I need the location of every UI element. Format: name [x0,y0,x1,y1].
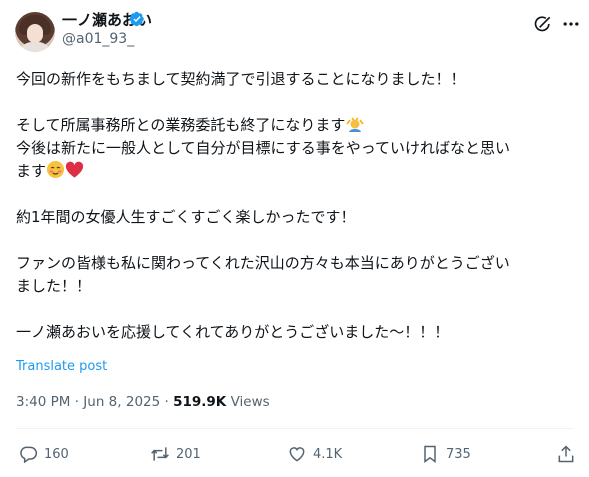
view-count: 519.9K [173,394,227,410]
tweet-time[interactable]: 3:40 PM [16,394,70,410]
tweet-meta: 3:40 PM · Jun 8, 2025 · 519.9K Views [16,394,270,410]
share-icon [558,445,574,463]
smiling-face-emoji-icon [46,160,65,179]
like-count: 4.1K [313,446,343,462]
repost-icon [151,447,169,461]
tweet-line: 一ノ瀬あおいを応援してくれてありがとうございました〜！！！ [16,323,450,341]
like-button[interactable]: 4.1K [287,443,342,465]
tweet-text: 今回の新作をもちまして契約満了で引退することになりました！！ そして所属事務所と… [16,68,578,344]
meta-separator: · [164,394,169,410]
heart-icon [289,447,305,462]
views-label: Views [230,394,270,410]
bookmark-icon [424,445,436,463]
tweet-date[interactable]: Jun 8, 2025 [83,394,160,410]
translate-post-link[interactable]: Translate post [16,359,107,374]
verified-badge-icon [129,11,144,27]
author-handle[interactable]: @a01_93_ [62,31,134,47]
tweet-line: ます [16,160,578,183]
bookmark-count: 735 [446,446,471,462]
tweet-line: 今後は新たに一般人として自分が目標にする事をやっていければなと思い [16,139,510,157]
tweet-line: ました！！ [16,277,92,295]
reply-button[interactable]: 160 [18,443,69,465]
bookmark-button[interactable]: 735 [420,443,471,465]
person-bowing-emoji-icon [346,117,365,132]
tweet-line: 今回の新作をもちまして契約満了で引退することになりました！！ [16,70,466,88]
tweet-line: ファンの皆様も私に関わってくれた沢山の方々も本当にありがとうござい [16,254,510,272]
repost-count: 201 [176,446,201,462]
repost-button[interactable]: 201 [150,443,201,465]
red-heart-emoji-icon [65,161,84,178]
divider [16,428,573,429]
meta-separator: · [74,394,79,410]
reply-icon [20,446,38,464]
share-button[interactable] [556,443,576,465]
tweet-line: そして所属事務所との業務委託も終了になります [16,114,578,137]
reply-count: 160 [44,446,69,462]
more-icon[interactable] [561,14,581,34]
grok-icon[interactable] [533,14,553,34]
tweet-line: 約1年間の女優人生すごくすごく楽しかったです！ [16,208,356,226]
avatar[interactable] [15,12,55,52]
